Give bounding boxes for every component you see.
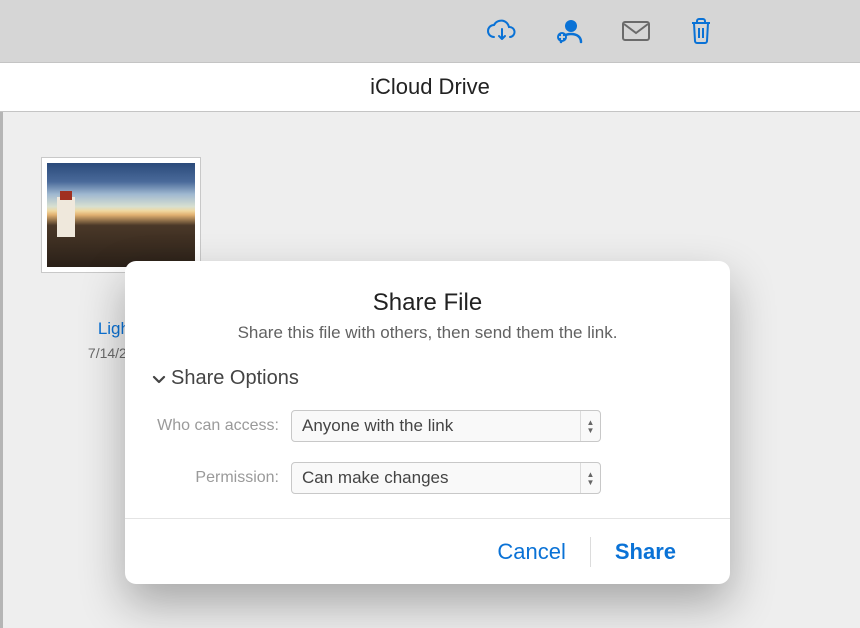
permission-value: Can make changes [302,468,448,488]
stepper-arrows-icon: ▲▼ [580,411,600,441]
share-button[interactable]: Share [591,533,700,571]
toolbar [0,0,860,62]
permission-row: Permission: Can make changes ▲▼ [151,462,704,494]
permission-label: Permission: [151,469,291,487]
file-thumbnail-frame [41,157,201,273]
share-options-toggle[interactable]: Share Options [151,367,704,390]
cancel-button[interactable]: Cancel [473,533,589,571]
access-value: Anyone with the link [302,416,453,436]
share-options-label: Share Options [171,367,299,390]
modal-subtitle: Share this file with others, then send t… [155,323,700,343]
mail-icon[interactable] [621,20,651,42]
share-options-section: Share Options Who can access: Anyone wit… [125,361,730,518]
permission-select[interactable]: Can make changes ▲▼ [291,462,601,494]
page-title: iCloud Drive [370,74,490,100]
chevron-down-icon [151,372,167,386]
file-thumbnail [47,163,195,267]
trash-icon[interactable] [689,17,713,45]
access-row: Who can access: Anyone with the link ▲▼ [151,410,704,442]
access-select[interactable]: Anyone with the link ▲▼ [291,410,601,442]
share-file-modal: Share File Share this file with others, … [125,261,730,584]
access-label: Who can access: [151,417,291,435]
modal-title: Share File [155,289,700,317]
stepper-arrows-icon: ▲▼ [580,463,600,493]
people-share-icon[interactable] [555,18,583,44]
download-cloud-icon[interactable] [487,19,517,43]
modal-footer: Cancel Share [125,518,730,584]
title-bar: iCloud Drive [0,62,860,112]
modal-header: Share File Share this file with others, … [125,261,730,361]
